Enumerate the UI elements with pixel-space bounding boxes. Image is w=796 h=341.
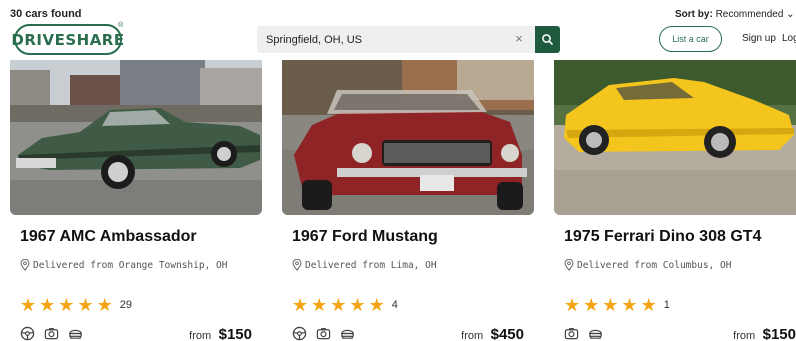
- price: from $150: [189, 326, 252, 341]
- delivery-location-text: Delivered from Columbus, OH: [577, 260, 732, 271]
- delivery-location: Delivered from Orange Township, OH: [20, 259, 245, 272]
- feature-icons: [20, 326, 92, 341]
- location-search-input[interactable]: [266, 33, 506, 46]
- driver-cap-icon: [69, 329, 82, 339]
- location-pin-icon: [564, 259, 574, 271]
- price-prefix: from: [733, 330, 756, 341]
- results-bar: 30 cars found Sort by: Recommended ⌄: [0, 0, 796, 22]
- logo[interactable]: DRIVESHARE: [11, 24, 125, 55]
- location-pin-icon: [292, 259, 302, 271]
- star-icon: ★: [77, 295, 94, 315]
- car-title[interactable]: 1967 AMC Ambassador: [20, 228, 197, 246]
- registered-mark: ®: [118, 22, 124, 29]
- steering-wheel-icon: [20, 326, 35, 341]
- review-count: 29: [119, 299, 132, 311]
- star-icon: ★: [292, 295, 309, 315]
- delivery-location: Delivered from Lima, OH: [292, 259, 517, 272]
- star-rating: ★ ★ ★ ★ ★ 1: [564, 296, 670, 314]
- price: from $450: [461, 326, 524, 341]
- price-prefix: from: [189, 330, 212, 341]
- car-photo[interactable]: [10, 60, 262, 215]
- price-value: $450: [490, 326, 524, 341]
- search-button[interactable]: [535, 26, 560, 53]
- camera-icon: [44, 328, 59, 340]
- star-icon: ★: [640, 295, 657, 315]
- price: from $150: [733, 326, 796, 341]
- price-value: $150: [218, 326, 252, 341]
- car-photo[interactable]: [282, 60, 534, 215]
- star-icon: ★: [20, 295, 37, 315]
- review-count: 1: [663, 299, 670, 311]
- star-icon: ★: [96, 295, 113, 315]
- price-value: $150: [762, 326, 796, 341]
- star-rating: ★ ★ ★ ★ ★ 29: [20, 296, 132, 314]
- price-prefix: from: [461, 330, 484, 341]
- search-icon: [542, 34, 553, 45]
- star-icon: ★: [602, 295, 619, 315]
- star-icon: ★: [583, 295, 600, 315]
- sort-value: Recommended: [715, 9, 784, 20]
- camera-icon: [316, 328, 331, 340]
- car-card[interactable]: 1967 AMC Ambassador Delivered from Orang…: [10, 60, 262, 341]
- search-box: [257, 26, 535, 53]
- feature-icons: [564, 326, 612, 341]
- driver-cap-icon: [341, 329, 354, 339]
- header: DRIVESHARE ® × List a car Sign up Log in: [0, 20, 796, 60]
- star-icon: ★: [58, 295, 75, 315]
- driver-cap-icon: [589, 329, 602, 339]
- star-rating: ★ ★ ★ ★ ★ 4: [292, 296, 398, 314]
- feature-icons: [292, 326, 364, 341]
- camera-icon: [564, 328, 579, 340]
- star-icon: ★: [39, 295, 56, 315]
- login-link[interactable]: Log in: [782, 33, 796, 44]
- delivery-location: Delivered from Columbus, OH: [564, 259, 789, 272]
- chevron-down-icon: ⌄: [786, 9, 795, 20]
- logo-text: DRIVESHARE: [11, 30, 125, 49]
- review-count: 4: [391, 299, 398, 311]
- star-icon: ★: [311, 295, 328, 315]
- car-title[interactable]: 1967 Ford Mustang: [292, 228, 438, 246]
- star-icon: ★: [621, 295, 638, 315]
- car-card[interactable]: 1975 Ferrari Dino 308 GT4 Delivered from…: [554, 60, 796, 341]
- results-count: 30 cars found: [10, 8, 82, 20]
- star-icon: ★: [330, 295, 347, 315]
- clear-search-button[interactable]: ×: [513, 32, 525, 46]
- steering-wheel-icon: [292, 326, 307, 341]
- car-title[interactable]: 1975 Ferrari Dino 308 GT4: [564, 228, 761, 246]
- star-icon: ★: [349, 295, 366, 315]
- sort-dropdown[interactable]: Sort by: Recommended ⌄: [675, 9, 795, 20]
- car-card[interactable]: 1967 Ford Mustang Delivered from Lima, O…: [282, 60, 534, 341]
- car-photo[interactable]: [554, 60, 796, 215]
- location-pin-icon: [20, 259, 30, 271]
- sort-label: Sort by:: [675, 9, 713, 20]
- star-icon: ★: [564, 295, 581, 315]
- list-a-car-button[interactable]: List a car: [659, 26, 722, 52]
- delivery-location-text: Delivered from Orange Township, OH: [33, 260, 228, 271]
- star-icon: ★: [368, 295, 385, 315]
- delivery-location-text: Delivered from Lima, OH: [305, 260, 437, 271]
- signup-link[interactable]: Sign up: [742, 33, 776, 44]
